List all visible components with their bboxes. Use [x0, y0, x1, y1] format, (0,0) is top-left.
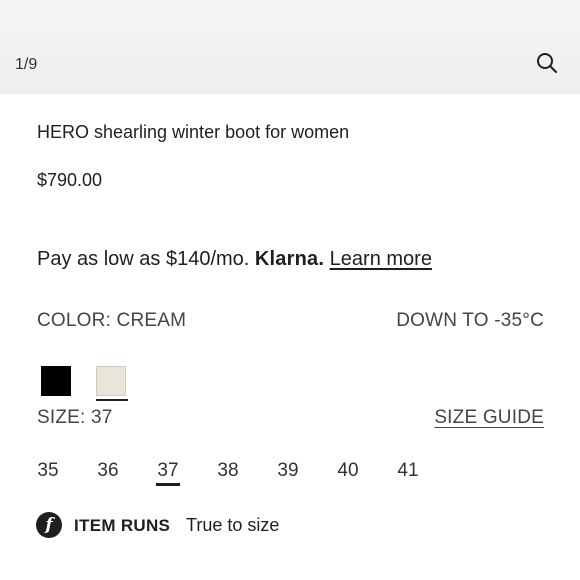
size-option-41[interactable]: 41: [393, 460, 423, 482]
financing-text: Pay as low as $140/mo.: [37, 248, 250, 270]
product-details: HERO shearling winter boot for women $79…: [0, 94, 580, 580]
learn-more-link[interactable]: Learn more: [330, 248, 432, 270]
size-option-40[interactable]: 40: [333, 460, 363, 482]
size-option-39[interactable]: 39: [273, 460, 303, 482]
fit-heading: ITEM RUNS: [74, 516, 171, 535]
product-title: HERO shearling winter boot for women: [37, 122, 350, 142]
size-option-35[interactable]: 35: [33, 460, 63, 482]
color-swatch-cream[interactable]: [96, 366, 126, 396]
fit-value: True to size: [186, 515, 280, 535]
financing-message: Pay as low as $140/mo. Klarna. Learn mor…: [37, 248, 432, 271]
gallery-header: 1/9: [0, 0, 580, 94]
color-label: COLOR: CREAM: [37, 310, 187, 331]
fit-info-icon: f: [36, 512, 62, 538]
size-guide-link[interactable]: SIZE GUIDE: [434, 407, 544, 429]
temperature-rating: DOWN TO -35°C: [396, 310, 544, 331]
size-option-37[interactable]: 37: [153, 460, 183, 482]
size-option-36[interactable]: 36: [93, 460, 123, 482]
size-option-38[interactable]: 38: [213, 460, 243, 482]
image-counter: 1/9: [15, 56, 38, 73]
selected-size-indicator: [156, 483, 180, 486]
selected-swatch-indicator: [96, 399, 128, 401]
klarna-logo: Klarna.: [254, 248, 325, 270]
color-swatch-black[interactable]: [41, 366, 71, 396]
product-price: $790.00: [37, 170, 103, 190]
size-label: SIZE: 37: [37, 407, 113, 428]
search-icon[interactable]: [535, 51, 559, 75]
